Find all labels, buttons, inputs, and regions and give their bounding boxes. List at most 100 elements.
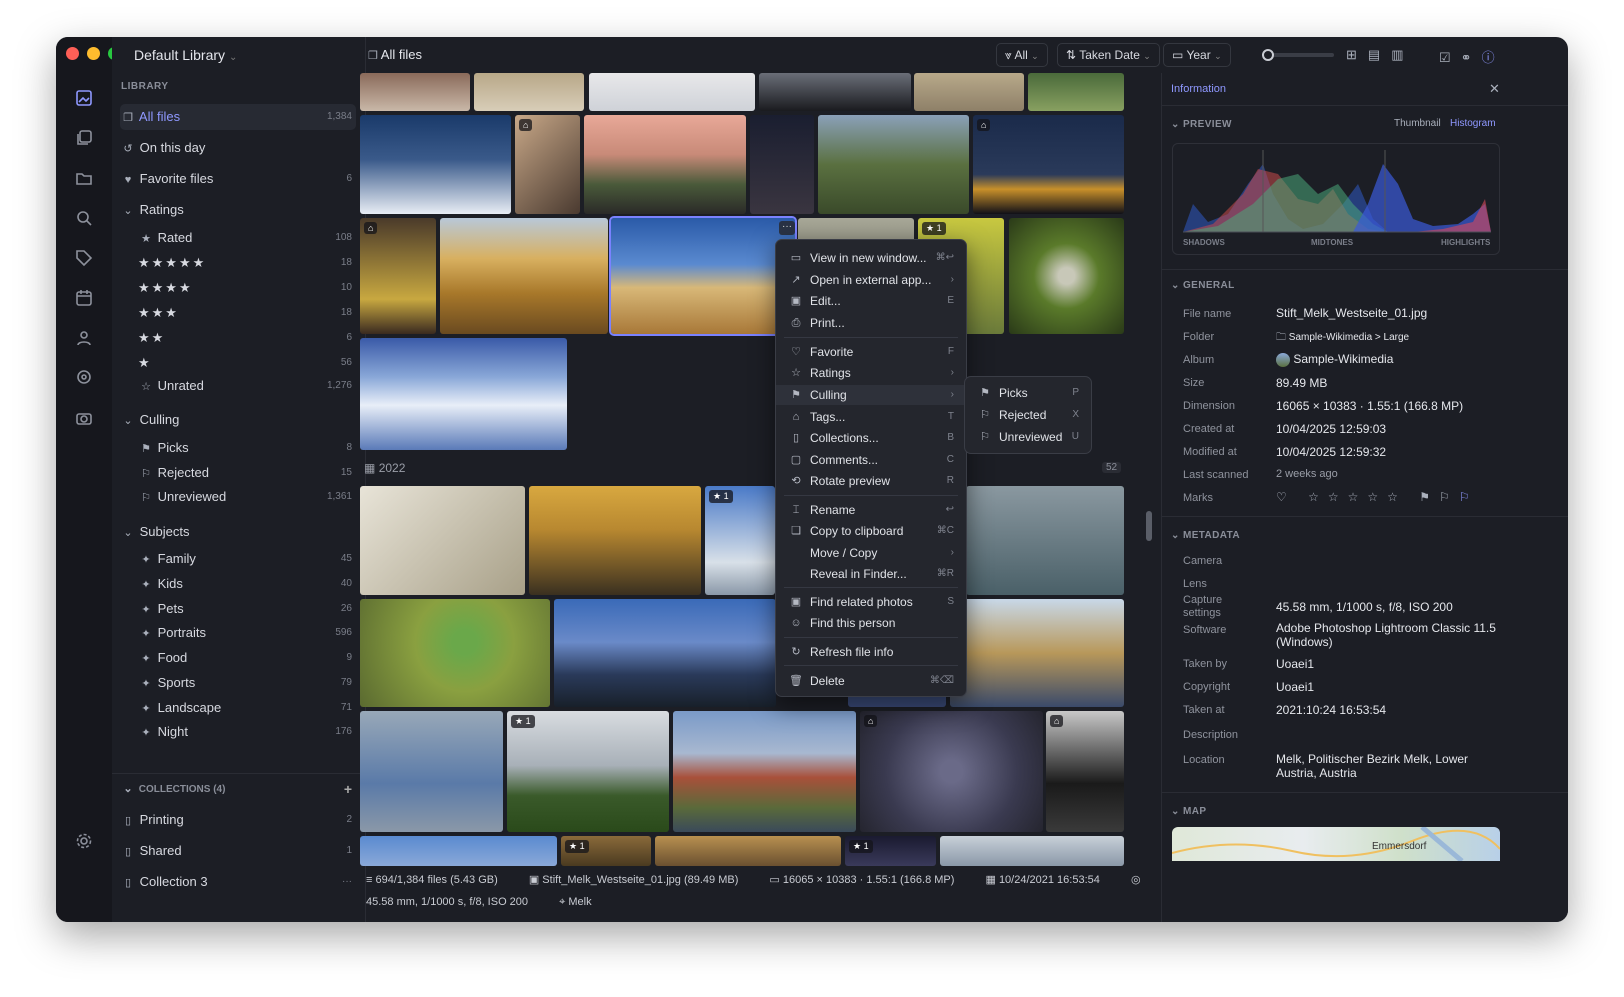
sidebar-item-printing[interactable]: ▯ Printing 2 (120, 807, 356, 833)
general-heading[interactable]: ⌄ GENERAL (1171, 280, 1235, 291)
close-window-button[interactable] (66, 47, 79, 60)
search-icon[interactable] (74, 209, 94, 229)
star-outline-icon[interactable]: ☆ (1328, 490, 1348, 504)
menu-item-collections[interactable]: ▯ Collections... B (776, 428, 966, 448)
photo-thumbnail[interactable] (584, 115, 746, 214)
sidebar-item-family[interactable]: ✦ Family 45 (120, 546, 356, 572)
photo-thumbnail[interactable]: ⌂ (860, 711, 1043, 832)
sidebar-item-pets[interactable]: ✦ Pets 26 (120, 596, 356, 622)
preview-heading[interactable]: ⌄ PREVIEW (1171, 119, 1232, 130)
ratings-group-toggle[interactable]: ⌄ Ratings (120, 197, 356, 223)
sidebar-item-unrated[interactable]: ☆ Unrated 1,276 (120, 373, 356, 399)
submenu-item-unreviewed[interactable]: ⚐ Unreviewed U (965, 427, 1091, 447)
heart-icon[interactable]: ♡ (1276, 490, 1296, 504)
link-icon[interactable]: ⚭ (1461, 50, 1482, 65)
map-layout-icon[interactable]: ▥ (1391, 47, 1414, 62)
calendar-icon[interactable] (74, 289, 94, 309)
photo-thumbnail[interactable] (655, 836, 841, 866)
photo-thumbnail[interactable] (759, 73, 911, 111)
sidebar-item-portraits[interactable]: ✦ Portraits 596 (120, 620, 356, 646)
sidebar-item-night[interactable]: ✦ Night 176 (120, 719, 356, 745)
menu-item-tags[interactable]: ⌂ Tags... T (776, 407, 966, 427)
photo-thumbnail[interactable] (360, 115, 511, 214)
photo-thumbnail[interactable] (360, 836, 557, 866)
zoom-slider[interactable] (1262, 49, 1334, 61)
photo-thumbnail[interactable]: ⌂ (1046, 711, 1124, 832)
select-icon[interactable]: ☑ (1439, 50, 1461, 65)
photo-thumbnail[interactable]: ⌂ (973, 115, 1124, 214)
menu-item-open-external[interactable]: ↗ Open in external app... › (776, 270, 966, 290)
flag-icon[interactable]: ⚑ (1419, 490, 1439, 504)
info-icon[interactable]: ⓘ (1482, 50, 1505, 65)
menu-item-favorite[interactable]: ♡ Favorite F (776, 342, 966, 362)
subjects-group-toggle[interactable]: ⌄ Subjects (120, 519, 356, 545)
flag-outline-icon[interactable]: ⚐ (1459, 490, 1479, 504)
panel-icons[interactable]: ☑⚭ⓘ (1439, 47, 1505, 66)
menu-item-reveal-in-finder[interactable]: Reveal in Finder... ⌘R (776, 564, 966, 584)
scrollbar-thumb[interactable] (1146, 511, 1152, 541)
photo-thumbnail[interactable] (360, 73, 470, 111)
more-options-icon[interactable]: ··· (342, 869, 352, 895)
menu-item-find-related-photos[interactable]: ▣ Find related photos S (776, 592, 966, 612)
submenu-item-rejected[interactable]: ⚐ Rejected X (965, 405, 1091, 425)
sidebar-item-unreviewed[interactable]: ⚐ Unreviewed 1,361 (120, 484, 356, 510)
photo-thumbnail[interactable] (914, 73, 1024, 111)
submenu-item-picks[interactable]: ⚑ Picks P (965, 383, 1091, 403)
photo-thumbnail[interactable] (966, 486, 1124, 595)
tag-icon[interactable] (74, 249, 94, 269)
settings-gear-icon[interactable] (74, 832, 94, 852)
metadata-heading[interactable]: ⌄ METADATA (1171, 530, 1240, 541)
star-outline-icon[interactable]: ☆ (1348, 490, 1368, 504)
location-icon[interactable] (74, 369, 94, 389)
menu-item-find-this-person[interactable]: ☺ Find this person (776, 613, 966, 633)
star-outline-icon[interactable]: ☆ (1308, 490, 1328, 504)
sidebar-item-shared[interactable]: ▯ Shared 1 (120, 838, 356, 864)
layout-icons[interactable]: ⊞▤▥ (1346, 47, 1415, 63)
photo-thumbnail[interactable]: ★ 1 (845, 836, 936, 866)
photo-thumbnail[interactable] (940, 836, 1124, 866)
filter-dropdown[interactable]: ⩔ All ⌄ (996, 43, 1048, 67)
sidebar-item-landscape[interactable]: ✦ Landscape 71 (120, 695, 356, 721)
sidebar-item-2-stars[interactable]: ★★ 6 (120, 325, 356, 351)
photo-thumbnail[interactable] (360, 711, 503, 832)
flag-off-icon[interactable]: ⚐ (1439, 490, 1459, 504)
photo-thumbnail[interactable]: ★ 1 (705, 486, 775, 595)
menu-item-view-in-new-window[interactable]: ▭ View in new window... ⌘↩ (776, 248, 966, 268)
sidebar-item-all-files[interactable]: ❐ All files 1,384 (120, 104, 356, 130)
photo-thumbnail[interactable] (360, 486, 525, 595)
menu-item-refresh-file-info[interactable]: ↻ Refresh file info (776, 642, 966, 662)
photo-thumbnail[interactable]: ★ 1 (507, 711, 669, 832)
menu-item-move-copy[interactable]: Move / Copy › (776, 543, 966, 563)
menu-item-comments[interactable]: ▢ Comments... C (776, 450, 966, 470)
slider-handle[interactable] (1262, 49, 1274, 61)
tab-thumbnail[interactable]: Thumbnail (1394, 118, 1441, 129)
albums-icon[interactable] (74, 129, 94, 149)
photo-thumbnail[interactable] (818, 115, 969, 214)
group-dropdown[interactable]: ▭ Year ⌄ (1163, 43, 1231, 67)
menu-item-rename[interactable]: ⌶ Rename ↩ (776, 500, 966, 520)
album-value[interactable]: Sample-Wikimedia (1276, 352, 1393, 367)
star-outline-icon[interactable]: ☆ (1387, 490, 1407, 504)
menu-item-culling[interactable]: ⚑ Culling › (776, 385, 966, 405)
tab-histogram[interactable]: Histogram (1450, 118, 1496, 129)
sidebar-item-on-this-day[interactable]: ↺ On this day (120, 135, 356, 161)
folder-value[interactable]: 🗀 Sample-Wikimedia > Large (1276, 330, 1409, 347)
photo-thumbnail[interactable] (1009, 218, 1124, 334)
minimize-window-button[interactable] (87, 47, 100, 60)
menu-item-rotate-preview[interactable]: ⟲ Rotate preview R (776, 471, 966, 491)
sidebar-item-collection-3[interactable]: ▯ Collection 3 ··· (120, 869, 356, 895)
library-switcher[interactable]: Default Library ⌄ (134, 47, 237, 63)
filmstrip-layout-icon[interactable]: ▤ (1368, 47, 1391, 62)
photo-thumbnail[interactable] (474, 73, 584, 111)
person-icon[interactable] (74, 329, 94, 349)
sidebar-item-rated[interactable]: ★ Rated 108 (120, 225, 356, 251)
photo-thumbnail[interactable]: ⌂ (515, 115, 580, 214)
culling-group-toggle[interactable]: ⌄ Culling (120, 407, 356, 433)
sidebar-item-food[interactable]: ✦ Food 9 (120, 645, 356, 671)
sidebar-item-4-stars[interactable]: ★★★★ 10 (120, 275, 356, 301)
menu-item-delete[interactable]: 🗑 Delete ⌘⌫ (776, 671, 966, 691)
photo-thumbnail[interactable] (360, 338, 567, 450)
sidebar-item-kids[interactable]: ✦ Kids 40 (120, 571, 356, 597)
menu-item-print[interactable]: ⎙ Print... (776, 313, 966, 333)
map-heading[interactable]: ⌄ MAP (1171, 806, 1206, 817)
